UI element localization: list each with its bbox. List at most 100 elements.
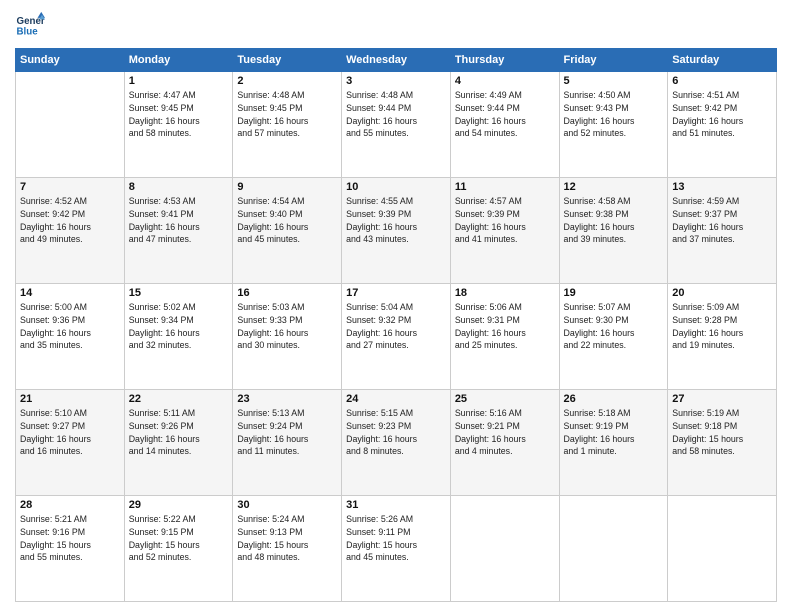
logo-icon: General Blue (15, 10, 45, 40)
day-info: Sunrise: 5:04 AM Sunset: 9:32 PM Dayligh… (346, 301, 446, 352)
day-number: 10 (346, 181, 446, 193)
day-number: 3 (346, 75, 446, 87)
day-info: Sunrise: 4:47 AM Sunset: 9:45 PM Dayligh… (129, 89, 229, 140)
day-number: 31 (346, 499, 446, 511)
day-cell: 29Sunrise: 5:22 AM Sunset: 9:15 PM Dayli… (124, 496, 233, 602)
day-number: 21 (20, 393, 120, 405)
day-number: 2 (237, 75, 337, 87)
day-info: Sunrise: 5:19 AM Sunset: 9:18 PM Dayligh… (672, 407, 772, 458)
day-info: Sunrise: 4:59 AM Sunset: 9:37 PM Dayligh… (672, 195, 772, 246)
svg-text:Blue: Blue (17, 26, 39, 37)
day-cell: 1 Sunrise: 4:47 AM Sunset: 9:45 PM Daylig… (124, 72, 233, 178)
day-number: 9 (237, 181, 337, 193)
day-cell (450, 496, 559, 602)
day-cell: 31Sunrise: 5:26 AM Sunset: 9:11 PM Dayli… (342, 496, 451, 602)
week-row-1: 1 Sunrise: 4:47 AM Sunset: 9:45 PM Daylig… (16, 72, 777, 178)
week-row-5: 28 Sunrise: 5:21 AM Sunset: 9:16 PM Dayli… (16, 496, 777, 602)
day-info: Sunrise: 5:06 AM Sunset: 9:31 PM Dayligh… (455, 301, 555, 352)
day-cell: 12Sunrise: 4:58 AM Sunset: 9:38 PM Dayli… (559, 178, 668, 284)
day-cell: 25 Sunrise: 5:16 AM Sunset: 9:21 PM Dayli… (450, 390, 559, 496)
day-info: Sunrise: 5:10 AM Sunset: 9:27 PM Dayligh… (20, 407, 120, 458)
day-number: 19 (564, 287, 664, 299)
day-number: 7 (20, 181, 120, 193)
day-cell: 20 Sunrise: 5:09 AM Sunset: 9:28 PM Dayli… (668, 284, 777, 390)
day-cell: 19Sunrise: 5:07 AM Sunset: 9:30 PM Dayli… (559, 284, 668, 390)
week-row-3: 14 Sunrise: 5:00 AM Sunset: 9:36 PM Dayli… (16, 284, 777, 390)
logo: General Blue (15, 10, 45, 40)
col-header-friday: Friday (559, 49, 668, 72)
day-number: 27 (672, 393, 772, 405)
day-cell: 10 Sunrise: 4:55 AM Sunset: 9:39 PM Dayli… (342, 178, 451, 284)
day-cell: 9Sunrise: 4:54 AM Sunset: 9:40 PM Daylig… (233, 178, 342, 284)
day-cell: 14 Sunrise: 5:00 AM Sunset: 9:36 PM Dayli… (16, 284, 125, 390)
day-info: Sunrise: 4:50 AM Sunset: 9:43 PM Dayligh… (564, 89, 664, 140)
col-header-saturday: Saturday (668, 49, 777, 72)
day-cell: 16 Sunrise: 5:03 AM Sunset: 9:33 PM Dayli… (233, 284, 342, 390)
day-cell: 17Sunrise: 5:04 AM Sunset: 9:32 PM Dayli… (342, 284, 451, 390)
day-cell: 24 Sunrise: 5:15 AM Sunset: 9:23 PM Dayli… (342, 390, 451, 496)
day-info: Sunrise: 4:53 AM Sunset: 9:41 PM Dayligh… (129, 195, 229, 246)
day-info: Sunrise: 5:22 AM Sunset: 9:15 PM Dayligh… (129, 513, 229, 564)
day-info: Sunrise: 5:18 AM Sunset: 9:19 PM Dayligh… (564, 407, 664, 458)
day-info: Sunrise: 5:03 AM Sunset: 9:33 PM Dayligh… (237, 301, 337, 352)
day-cell (16, 72, 125, 178)
day-cell: 22 Sunrise: 5:11 AM Sunset: 9:26 PM Dayli… (124, 390, 233, 496)
day-info: Sunrise: 4:57 AM Sunset: 9:39 PM Dayligh… (455, 195, 555, 246)
day-info: Sunrise: 4:58 AM Sunset: 9:38 PM Dayligh… (564, 195, 664, 246)
day-cell: 26 Sunrise: 5:18 AM Sunset: 9:19 PM Dayli… (559, 390, 668, 496)
day-number: 26 (564, 393, 664, 405)
day-cell: 13Sunrise: 4:59 AM Sunset: 9:37 PM Dayli… (668, 178, 777, 284)
day-cell (559, 496, 668, 602)
day-number: 25 (455, 393, 555, 405)
day-number: 6 (672, 75, 772, 87)
col-header-sunday: Sunday (16, 49, 125, 72)
day-cell: 5 Sunrise: 4:50 AM Sunset: 9:43 PM Daylig… (559, 72, 668, 178)
day-number: 14 (20, 287, 120, 299)
day-number: 30 (237, 499, 337, 511)
day-info: Sunrise: 5:24 AM Sunset: 9:13 PM Dayligh… (237, 513, 337, 564)
calendar-table: SundayMondayTuesdayWednesdayThursdayFrid… (15, 48, 777, 602)
day-cell: 11 Sunrise: 4:57 AM Sunset: 9:39 PM Dayli… (450, 178, 559, 284)
col-header-tuesday: Tuesday (233, 49, 342, 72)
day-cell: 4 Sunrise: 4:49 AM Sunset: 9:44 PM Daylig… (450, 72, 559, 178)
day-number: 15 (129, 287, 229, 299)
day-cell: 18 Sunrise: 5:06 AM Sunset: 9:31 PM Dayli… (450, 284, 559, 390)
day-info: Sunrise: 4:49 AM Sunset: 9:44 PM Dayligh… (455, 89, 555, 140)
day-cell: 23 Sunrise: 5:13 AM Sunset: 9:24 PM Dayli… (233, 390, 342, 496)
day-info: Sunrise: 4:55 AM Sunset: 9:39 PM Dayligh… (346, 195, 446, 246)
day-info: Sunrise: 5:09 AM Sunset: 9:28 PM Dayligh… (672, 301, 772, 352)
day-cell: 21 Sunrise: 5:10 AM Sunset: 9:27 PM Dayli… (16, 390, 125, 496)
day-cell: 27 Sunrise: 5:19 AM Sunset: 9:18 PM Dayli… (668, 390, 777, 496)
col-header-thursday: Thursday (450, 49, 559, 72)
day-cell: 28 Sunrise: 5:21 AM Sunset: 9:16 PM Dayli… (16, 496, 125, 602)
day-number: 8 (129, 181, 229, 193)
day-number: 4 (455, 75, 555, 87)
day-cell: 6 Sunrise: 4:51 AM Sunset: 9:42 PM Daylig… (668, 72, 777, 178)
day-number: 1 (129, 75, 229, 87)
day-info: Sunrise: 5:00 AM Sunset: 9:36 PM Dayligh… (20, 301, 120, 352)
col-header-wednesday: Wednesday (342, 49, 451, 72)
day-info: Sunrise: 4:51 AM Sunset: 9:42 PM Dayligh… (672, 89, 772, 140)
day-number: 18 (455, 287, 555, 299)
day-cell: 15Sunrise: 5:02 AM Sunset: 9:34 PM Dayli… (124, 284, 233, 390)
day-info: Sunrise: 5:16 AM Sunset: 9:21 PM Dayligh… (455, 407, 555, 458)
day-number: 24 (346, 393, 446, 405)
day-number: 28 (20, 499, 120, 511)
day-number: 20 (672, 287, 772, 299)
day-info: Sunrise: 5:21 AM Sunset: 9:16 PM Dayligh… (20, 513, 120, 564)
day-number: 22 (129, 393, 229, 405)
day-info: Sunrise: 5:11 AM Sunset: 9:26 PM Dayligh… (129, 407, 229, 458)
header-row: SundayMondayTuesdayWednesdayThursdayFrid… (16, 49, 777, 72)
day-cell: 2 Sunrise: 4:48 AM Sunset: 9:45 PM Daylig… (233, 72, 342, 178)
day-info: Sunrise: 4:52 AM Sunset: 9:42 PM Dayligh… (20, 195, 120, 246)
day-number: 23 (237, 393, 337, 405)
day-number: 5 (564, 75, 664, 87)
day-info: Sunrise: 5:15 AM Sunset: 9:23 PM Dayligh… (346, 407, 446, 458)
day-info: Sunrise: 5:13 AM Sunset: 9:24 PM Dayligh… (237, 407, 337, 458)
day-cell: 7 Sunrise: 4:52 AM Sunset: 9:42 PM Daylig… (16, 178, 125, 284)
day-number: 16 (237, 287, 337, 299)
day-info: Sunrise: 4:48 AM Sunset: 9:45 PM Dayligh… (237, 89, 337, 140)
week-row-4: 21 Sunrise: 5:10 AM Sunset: 9:27 PM Dayli… (16, 390, 777, 496)
day-cell (668, 496, 777, 602)
day-number: 11 (455, 181, 555, 193)
